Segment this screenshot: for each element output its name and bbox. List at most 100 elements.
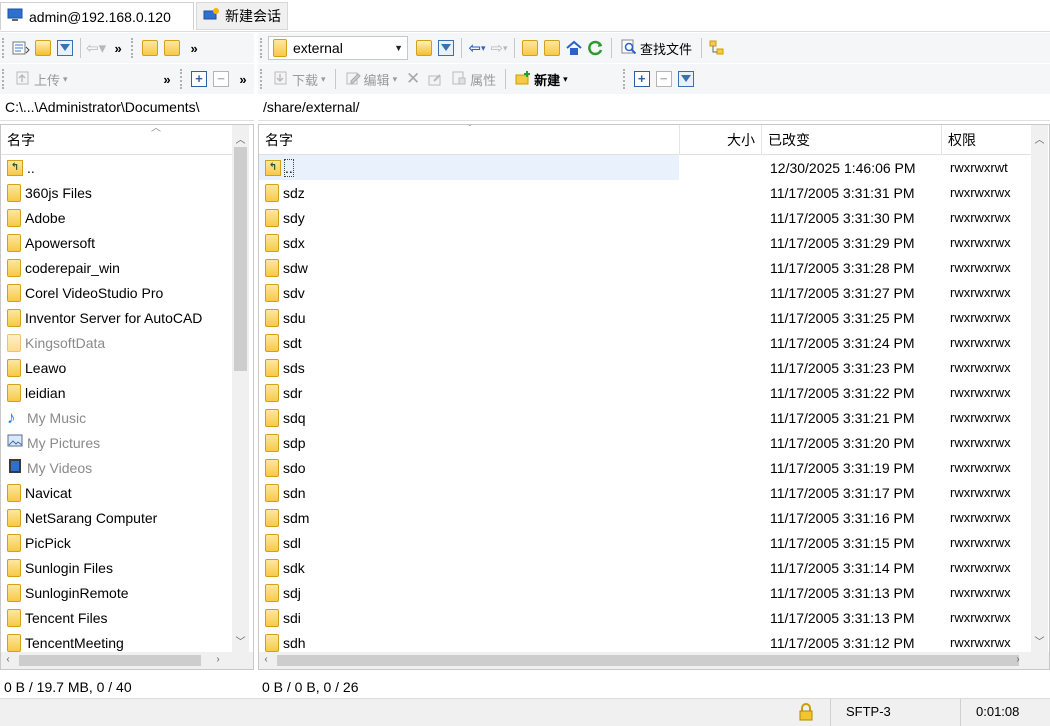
list-item[interactable]: Apowersoft (1, 230, 232, 255)
toolbar-overflow[interactable]: » (108, 37, 128, 59)
root-folder-icon[interactable] (162, 37, 182, 59)
upload-button[interactable]: 上传 ▾ (11, 68, 72, 90)
scroll-thumb[interactable] (234, 147, 247, 371)
table-row[interactable]: ↰.. 12/30/2025 1:46:06 PM rwxrwxrwt (259, 155, 1031, 180)
scroll-down-icon[interactable]: ﹀ (232, 633, 249, 648)
deselect-icon[interactable]: − (654, 68, 674, 90)
table-row[interactable]: sdu 11/17/2005 3:31:25 PM rwxrwxrwx (259, 305, 1031, 330)
list-item[interactable]: Corel VideoStudio Pro (1, 280, 232, 305)
table-row[interactable]: sdr 11/17/2005 3:31:22 PM rwxrwxrwx (259, 380, 1031, 405)
root-folder-icon[interactable] (542, 37, 562, 59)
table-row[interactable]: sdl 11/17/2005 3:31:15 PM rwxrwxrwx (259, 530, 1031, 555)
delete-icon[interactable]: ✕ (403, 68, 423, 90)
tab-admin-session[interactable]: admin@192.168.0.120 (0, 2, 194, 30)
invert-selection-icon[interactable] (676, 68, 696, 90)
list-item[interactable]: PicPick (1, 530, 232, 555)
scroll-up-icon[interactable]: ︿ (232, 131, 249, 146)
refresh-icon[interactable] (586, 37, 606, 59)
list-item[interactable]: KingsoftData (1, 330, 232, 355)
parent-folder-icon[interactable] (140, 37, 160, 59)
right-path-bar[interactable]: /share/external/ (258, 95, 1050, 121)
table-row[interactable]: sdj 11/17/2005 3:31:13 PM rwxrwxrwx (259, 580, 1031, 605)
scroll-down-icon[interactable]: ﹀ (1031, 633, 1048, 648)
forward-icon[interactable]: ⇨ ▾ (489, 37, 509, 59)
parent-folder-icon[interactable] (520, 37, 540, 59)
table-row[interactable]: sdi 11/17/2005 3:31:13 PM rwxrwxrwx (259, 605, 1031, 630)
column-header-modified[interactable]: 已改变 (762, 125, 942, 155)
list-item[interactable]: ↰.. (1, 155, 232, 180)
folder-icon (265, 458, 279, 477)
toolbar-overflow-3[interactable]: » (157, 68, 177, 90)
right-horizontal-scrollbar[interactable]: ‹ › (259, 652, 1049, 669)
new-button[interactable]: 新建 ▾ (511, 68, 572, 90)
scroll-right-icon[interactable]: › (1011, 654, 1025, 665)
table-row[interactable]: sdo 11/17/2005 3:31:19 PM rwxrwxrwx (259, 455, 1031, 480)
open-folder-icon[interactable] (33, 37, 53, 59)
scroll-left-icon[interactable]: ‹ (259, 654, 273, 665)
list-item[interactable]: SunloginRemote (1, 580, 232, 605)
list-item[interactable]: 360js Files (1, 180, 232, 205)
rename-icon[interactable] (425, 68, 445, 90)
list-item[interactable]: Inventor Server for AutoCAD (1, 305, 232, 330)
table-row[interactable]: sdw 11/17/2005 3:31:28 PM rwxrwxrwx (259, 255, 1031, 280)
folder-icon (7, 283, 21, 302)
table-row[interactable]: sdv 11/17/2005 3:31:27 PM rwxrwxrwx (259, 280, 1031, 305)
select-all-icon[interactable]: + (632, 68, 652, 90)
back-icon[interactable]: ⇦▾ (86, 37, 106, 59)
table-row[interactable]: sdz 11/17/2005 3:31:31 PM rwxrwxrwx (259, 180, 1031, 205)
deselect-icon[interactable]: − (211, 68, 231, 90)
edit-button[interactable]: 编辑 ▾ (341, 68, 402, 90)
left-path-bar[interactable]: C:\...\Administrator\Documents\ (0, 95, 254, 121)
remote-file-pane[interactable]: 名字 ﹀ 大小 已改变 权限 ↰.. 12/30/2025 1:46:06 PM r… (258, 124, 1050, 670)
list-item[interactable]: My Videos (1, 455, 232, 480)
table-row[interactable]: sdk 11/17/2005 3:31:14 PM rwxrwxrwx (259, 555, 1031, 580)
find-files-button[interactable]: 查找文件 (617, 37, 696, 59)
open-folder-icon[interactable] (414, 37, 434, 59)
list-item[interactable]: leidian (1, 380, 232, 405)
list-item[interactable]: Sunlogin Files (1, 555, 232, 580)
list-item[interactable]: Navicat (1, 480, 232, 505)
list-item[interactable]: NetSarang Computer (1, 505, 232, 530)
list-item[interactable]: Tencent Files (1, 605, 232, 630)
back-icon[interactable]: ⇦▾ (467, 37, 487, 59)
download-button[interactable]: 下载 ▾ (269, 68, 330, 90)
properties-button[interactable]: 属性 (447, 68, 500, 90)
table-row[interactable]: sdm 11/17/2005 3:31:16 PM rwxrwxrwx (259, 505, 1031, 530)
list-item[interactable]: Leawo (1, 355, 232, 380)
scroll-right-icon[interactable]: › (211, 654, 225, 665)
scroll-thumb[interactable] (19, 655, 201, 666)
list-item[interactable]: Adobe (1, 205, 232, 230)
filter-icon[interactable] (436, 37, 456, 59)
table-row[interactable]: sdp 11/17/2005 3:31:20 PM rwxrwxrwx (259, 430, 1031, 455)
scroll-up-icon[interactable]: ︿ (1031, 131, 1048, 146)
tree-view-icon[interactable] (707, 37, 727, 59)
scroll-thumb[interactable] (277, 655, 1019, 666)
list-item[interactable]: My Pictures (1, 430, 232, 455)
column-header-size[interactable]: 大小 (680, 125, 762, 155)
table-row[interactable]: sdy 11/17/2005 3:31:30 PM rwxrwxrwx (259, 205, 1031, 230)
table-row[interactable]: sdn 11/17/2005 3:31:17 PM rwxrwxrwx (259, 480, 1031, 505)
table-row[interactable]: sds 11/17/2005 3:31:23 PM rwxrwxrwx (259, 355, 1031, 380)
scroll-left-icon[interactable]: ‹ (1, 654, 15, 665)
local-drive-icon[interactable] (11, 37, 31, 59)
left-vertical-scrollbar[interactable]: ︿ ﹀ (232, 125, 249, 652)
toolbar-overflow-2[interactable]: » (184, 37, 204, 59)
list-item[interactable]: ♪ My Music (1, 405, 232, 430)
home-icon[interactable] (564, 37, 584, 59)
column-header-permissions[interactable]: 权限 (942, 125, 1031, 155)
local-file-pane[interactable]: 名字 ︿ ↰.. 360js Files Adobe Apowersoft codere… (0, 124, 254, 670)
tab-new-session[interactable]: 新建会话 (196, 2, 288, 30)
table-row[interactable]: sdx 11/17/2005 3:31:29 PM rwxrwxrwx (259, 230, 1031, 255)
left-horizontal-scrollbar[interactable]: ‹ › (1, 652, 253, 669)
filter-icon[interactable] (55, 37, 75, 59)
toolbar-overflow-4[interactable]: » (233, 68, 253, 90)
list-item[interactable]: coderepair_win (1, 255, 232, 280)
table-row[interactable]: sdt 11/17/2005 3:31:24 PM rwxrwxrwx (259, 330, 1031, 355)
table-row[interactable]: sdq 11/17/2005 3:31:21 PM rwxrwxrwx (259, 405, 1031, 430)
file-name-cell: My Pictures (7, 434, 100, 451)
location-dropdown[interactable]: external ▼ (268, 36, 408, 60)
file-name: sdv (283, 284, 305, 301)
select-all-icon[interactable]: + (189, 68, 209, 90)
column-header-name[interactable]: 名字 (1, 125, 234, 155)
right-vertical-scrollbar[interactable]: ︿ ﹀ (1031, 125, 1048, 652)
